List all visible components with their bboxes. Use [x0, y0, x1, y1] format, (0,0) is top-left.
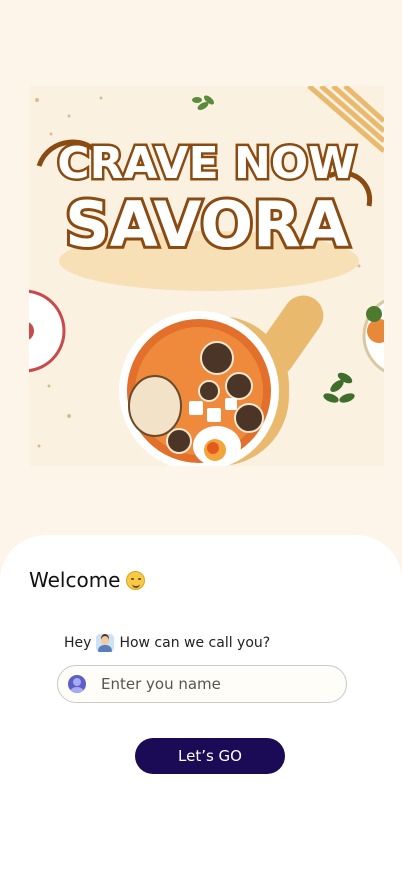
- welcome-heading: Welcome: [29, 568, 146, 592]
- food-illustration: CRAVE NOW SAVORA: [29, 86, 384, 466]
- smiling-face-icon: [126, 570, 146, 590]
- logo-line1: CRAVE NOW: [57, 138, 356, 189]
- lets-go-button[interactable]: Let’s GO: [135, 738, 285, 774]
- person-raising-hand-icon: [96, 634, 115, 652]
- name-prompt: Hey How can we call you?: [64, 634, 270, 652]
- user-icon: [68, 675, 86, 693]
- name-field[interactable]: [57, 665, 347, 703]
- logo-line2: SAVORA: [65, 188, 349, 261]
- prompt-prefix: Hey: [64, 635, 92, 651]
- hero-illustration: CRAVE NOW SAVORA: [29, 86, 384, 466]
- parsley-icon: [323, 372, 355, 403]
- prompt-question: How can we call you?: [119, 635, 271, 651]
- herb-icon: [192, 95, 214, 110]
- name-input[interactable]: [101, 675, 331, 693]
- welcome-title: Welcome: [29, 568, 121, 592]
